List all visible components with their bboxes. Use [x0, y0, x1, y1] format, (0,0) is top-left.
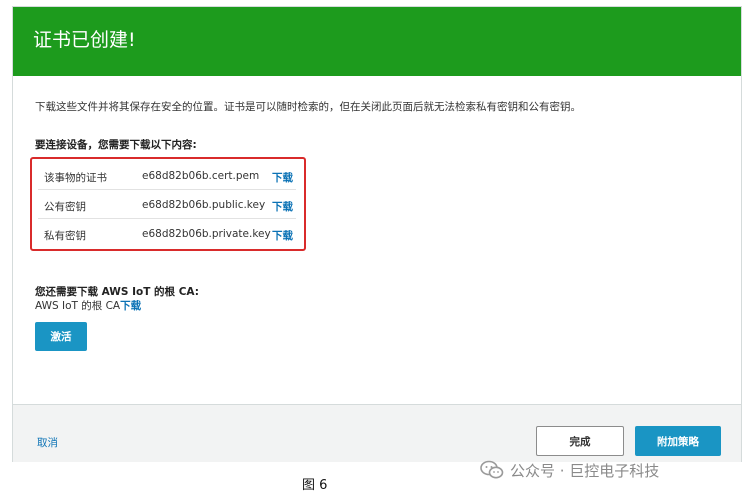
file-label: 私有密钥: [44, 230, 86, 242]
file-row-cert: 该事物的证书 e68d82b06b.cert.pem 下载: [38, 161, 296, 190]
wechat-icon: [480, 460, 504, 479]
download-cert-link[interactable]: 下载: [272, 170, 293, 185]
file-row-public-key: 公有密钥 e68d82b06b.public.key 下载: [38, 190, 296, 219]
file-name: e68d82b06b.cert.pem: [142, 170, 260, 182]
root-ca-line: AWS IoT 的根 CA下载: [35, 298, 141, 313]
download-private-key-link[interactable]: 下载: [272, 228, 293, 243]
intro-text: 下载这些文件并将其保存在安全的位置。证书是可以随时检索的，但在关闭此页面后就无法…: [35, 101, 581, 113]
attach-policy-button[interactable]: 附加策略: [635, 426, 721, 456]
file-name: e68d82b06b.public.key: [142, 199, 266, 211]
root-ca-heading: 您还需要下载 AWS IoT 的根 CA:: [35, 286, 199, 298]
activate-button[interactable]: 激活: [35, 322, 87, 351]
figure-caption: 图 6: [302, 478, 328, 493]
file-label: 公有密钥: [44, 201, 86, 213]
watermark-text: 公众号 · 巨控电子科技: [510, 461, 660, 480]
file-list: 该事物的证书 e68d82b06b.cert.pem 下载 公有密钥 e68d8…: [30, 157, 306, 251]
root-ca-text: AWS IoT 的根 CA: [35, 300, 121, 312]
done-button[interactable]: 完成: [536, 426, 624, 456]
dialog-footer: 取消 完成 附加策略: [13, 404, 741, 462]
file-label: 该事物的证书: [44, 172, 107, 184]
dialog-header: 证书已创建!: [13, 7, 741, 76]
file-name: e68d82b06b.private.key: [142, 228, 271, 240]
dialog-title: 证书已创建!: [33, 29, 136, 51]
certificate-dialog: 证书已创建! 下载这些文件并将其保存在安全的位置。证书是可以随时检索的，但在关闭…: [12, 6, 742, 462]
download-root-ca-link[interactable]: 下载: [120, 300, 141, 312]
required-heading: 要连接设备，您需要下载以下内容:: [35, 139, 197, 151]
cancel-link[interactable]: 取消: [37, 435, 58, 450]
download-public-key-link[interactable]: 下载: [272, 199, 293, 214]
watermark: 公众号 · 巨控电子科技: [480, 458, 659, 482]
file-row-private-key: 私有密钥 e68d82b06b.private.key 下载: [38, 219, 296, 248]
